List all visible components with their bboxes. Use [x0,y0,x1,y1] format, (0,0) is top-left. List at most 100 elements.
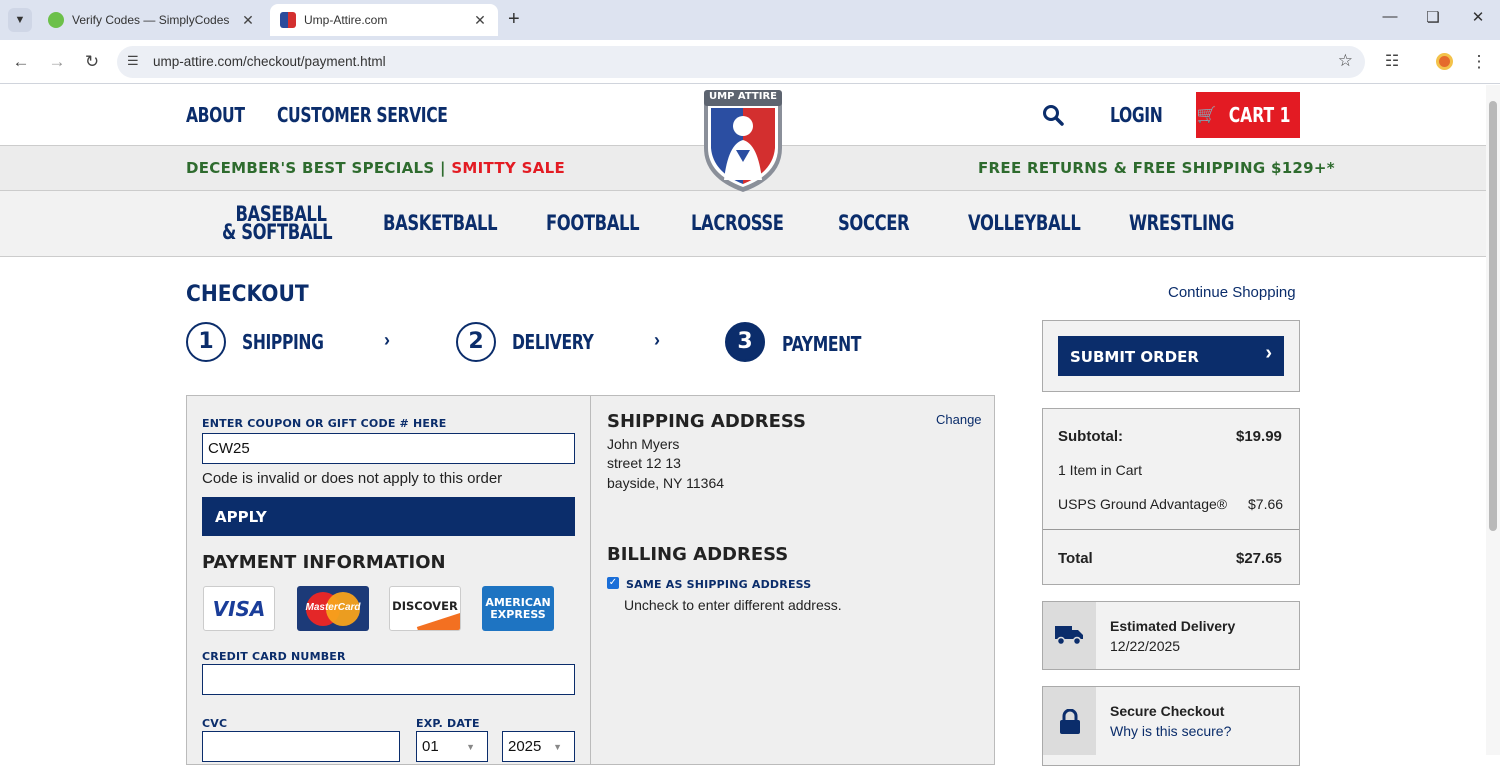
summary-divider [1043,529,1299,530]
lock-icon-cell [1043,687,1096,755]
reload-icon[interactable]: ↻ [80,50,104,74]
promo-specials: DECEMBER'S BEST SPECIALS | [186,159,446,177]
total-value: $27.65 [1236,550,1282,567]
checkout-title: CHECKOUT [186,282,309,307]
address-bar[interactable]: ☰ ump-attire.com/checkout/payment.html ☆ [117,46,1365,78]
cc-number-label: CREDIT CARD NUMBER [202,650,346,663]
browser-toolbar: ← → ↻ ☰ ump-attire.com/checkout/payment.… [0,40,1500,84]
shipping-street: street 12 13 [607,455,681,471]
amex-card-icon: AMERICAN EXPRESS [482,586,554,631]
ump-attire-logo[interactable]: UMP ATTIRE [698,88,788,194]
secure-checkout-label: Secure Checkout [1110,703,1225,719]
simplycodes-favicon-icon [48,12,64,28]
subtotal-value: $19.99 [1236,428,1282,445]
forward-icon[interactable]: → [45,50,69,74]
subtotal-label: Subtotal: [1058,428,1123,445]
chevron-right-icon: › [654,330,660,350]
close-tab-icon[interactable]: ✕ [470,12,490,29]
cat-wrestling[interactable]: WRESTLING [1129,213,1234,234]
shipping-cost: $7.66 [1248,496,1284,512]
items-in-cart: 1 Item in Cart [1058,462,1143,478]
minimize-icon[interactable]: — [1375,8,1405,25]
apply-button[interactable]: APPLY [202,497,575,536]
cat-soccer[interactable]: SOCCER [838,213,910,234]
visa-card-icon: VISA [203,586,275,631]
coupon-input[interactable]: CW25 [202,433,575,464]
why-secure-link[interactable]: Why is this secure? [1110,723,1231,739]
cat-volleyball[interactable]: VOLLEYBALL [968,213,1081,234]
step-2-circle[interactable]: 2 [456,322,496,362]
profile-avatar[interactable] [1436,53,1453,70]
step-2-label[interactable]: DELIVERY [512,330,594,354]
same-as-shipping-checkbox[interactable]: ✓ [607,577,619,589]
nav-login[interactable]: LOGIN [1110,103,1163,127]
step-1-label[interactable]: SHIPPING [242,330,324,354]
mastercard-icon: MasterCard [297,586,369,631]
shipping-city: bayside, NY 11364 [607,475,725,491]
estimated-delivery-date: 12/22/2025 [1110,638,1181,654]
cc-number-input[interactable] [202,664,575,695]
submit-order-button[interactable]: SUBMIT ORDER › [1058,336,1284,376]
close-tab-icon[interactable]: ✕ [238,12,258,29]
cat-football[interactable]: FOOTBALL [546,213,640,234]
chevron-down-icon: ▼ [466,742,475,752]
coupon-error-message: Code is invalid or does not apply to thi… [202,470,503,487]
promo-sale: SMITTY SALE [451,159,566,177]
page-scrollbar[interactable] [1486,85,1500,755]
cat-basketball[interactable]: BASKETBALL [383,213,498,234]
cart-label: CART 1 [1229,103,1291,127]
tab-search-button[interactable]: ▼ [8,8,32,32]
bookmark-star-icon[interactable]: ☆ [1338,51,1353,71]
total-label: Total [1058,550,1093,567]
lock-icon [1060,709,1080,734]
browser-tabstrip: ▼ Verify Codes — SimplyCodes ✕ Ump-Attir… [0,0,1500,40]
apply-label: APPLY [215,508,267,526]
cat-lacrosse[interactable]: LACROSSE [691,213,784,234]
promo-right[interactable]: FREE RETURNS & FREE SHIPPING $129+* [978,159,1335,177]
exp-date-label: EXP. DATE [416,717,480,730]
continue-shopping-link[interactable]: Continue Shopping [1168,284,1296,301]
shipping-address-heading: SHIPPING ADDRESS [607,411,807,432]
ump-attire-favicon-icon [280,12,296,28]
tab-title: Verify Codes — SimplyCodes [72,13,230,27]
cart-button[interactable]: 🛒 CART 1 [1196,92,1300,138]
back-icon[interactable]: ← [9,50,33,74]
truck-icon [1055,626,1083,646]
shipping-method-label: USPS Ground Advantage® [1058,496,1228,512]
step-3-label: PAYMENT [782,332,862,356]
billing-hint: Uncheck to enter different address. [624,597,842,613]
promo-left[interactable]: DECEMBER'S BEST SPECIALS | SMITTY SALE [186,159,565,177]
nav-about[interactable]: ABOUT [186,103,245,127]
tab-ump-attire[interactable]: Ump-Attire.com ✕ [270,4,498,36]
site-info-icon[interactable]: ☰ [127,53,139,69]
step-1-circle[interactable]: 1 [186,322,226,362]
exp-year-select[interactable]: 2025 ▼ [502,731,575,762]
chevron-right-icon: › [1265,342,1272,364]
tab-simplycodes[interactable]: Verify Codes — SimplyCodes ✕ [38,4,266,36]
coupon-label: ENTER COUPON OR GIFT CODE # HERE [202,417,447,430]
nav-customer-service[interactable]: CUSTOMER SERVICE [277,103,448,127]
url-text: ump-attire.com/checkout/payment.html [153,54,386,69]
exp-month-select[interactable]: 01 ▼ [416,731,488,762]
chevron-down-icon: ▼ [553,742,562,752]
menu-kebab-icon[interactable]: ⋮ [1467,50,1491,74]
payment-info-heading: PAYMENT INFORMATION [202,552,446,573]
new-tab-icon[interactable]: + [508,8,520,31]
change-address-link[interactable]: Change [936,412,982,427]
same-as-shipping-label[interactable]: SAME AS SHIPPING ADDRESS [626,578,811,591]
billing-address-heading: BILLING ADDRESS [607,544,789,565]
cat-baseball-line2: & SOFTBALL [222,220,333,244]
extensions-icon[interactable]: ☷ [1380,50,1404,74]
cart-icon: 🛒 [1196,107,1217,124]
close-window-icon[interactable]: ✕ [1463,8,1493,26]
truck-icon-cell [1043,602,1096,669]
logo-text: UMP ATTIRE [709,91,777,102]
step-3-circle: 3 [725,322,765,362]
cvc-input[interactable] [202,731,400,762]
tab-title: Ump-Attire.com [304,13,388,27]
chevron-right-icon: › [384,330,390,350]
restore-icon[interactable]: ❏ [1418,8,1448,26]
cat-baseball-softball[interactable]: BASEBALL & SOFTBALL [222,204,333,244]
search-icon[interactable] [1042,104,1064,131]
discover-card-icon: DISCOVER [389,586,461,631]
